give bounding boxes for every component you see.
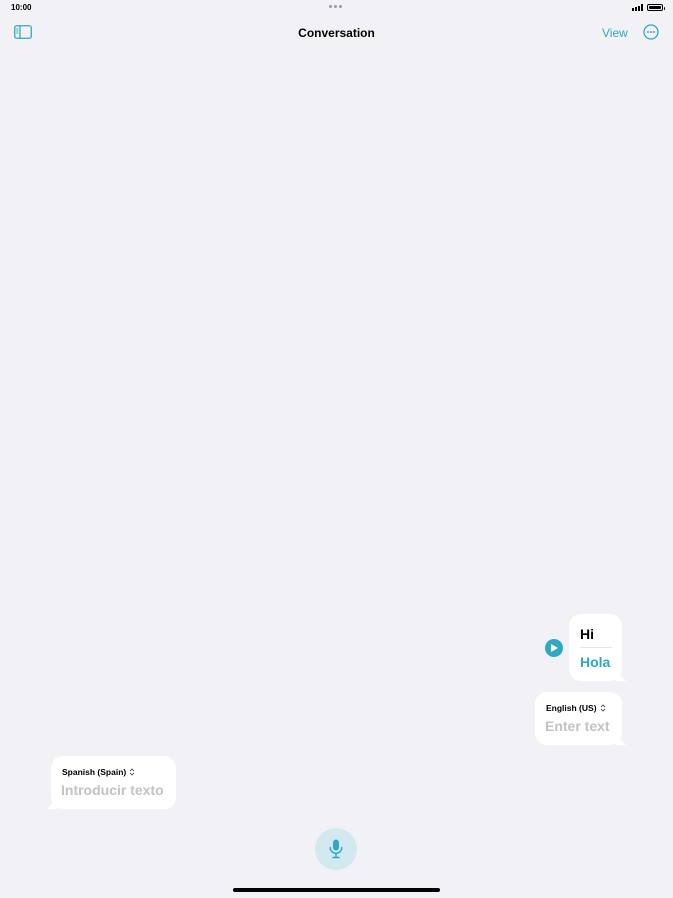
spanish-language-selector[interactable]: Spanish (Spain): [62, 767, 135, 777]
message-divider: [580, 647, 612, 648]
microphone-icon: [329, 839, 343, 859]
status-indicators: [632, 4, 665, 11]
spanish-input-bubble: Spanish (Spain): [51, 756, 176, 809]
message-translated-text: Hola: [580, 654, 611, 670]
status-bar: 10:00: [0, 0, 673, 16]
chevron-up-down-icon: [600, 704, 605, 712]
chevron-up-down-icon: [129, 768, 135, 776]
english-language-label: English (US): [546, 703, 597, 713]
signal-icon: [632, 4, 643, 11]
message-source-text: Hi: [580, 626, 594, 642]
microphone-button[interactable]: [315, 828, 357, 870]
english-text-input[interactable]: [545, 718, 617, 734]
multitasking-dots-icon[interactable]: [329, 5, 342, 8]
page-title: Conversation: [298, 26, 375, 40]
view-button[interactable]: View: [602, 26, 628, 40]
nav-bar: Conversation View: [0, 16, 673, 50]
english-language-selector[interactable]: English (US): [546, 703, 606, 713]
status-time: 10:00: [11, 3, 32, 12]
home-indicator[interactable]: [233, 888, 440, 892]
battery-icon: [647, 4, 665, 11]
play-icon[interactable]: [545, 639, 563, 657]
message-bubble[interactable]: Hi Hola: [569, 614, 622, 681]
ellipsis-circle-icon[interactable]: [643, 24, 659, 40]
spanish-language-label: Spanish (Spain): [62, 767, 127, 777]
spanish-text-input[interactable]: [61, 782, 173, 798]
english-input-bubble: English (US): [535, 692, 622, 745]
